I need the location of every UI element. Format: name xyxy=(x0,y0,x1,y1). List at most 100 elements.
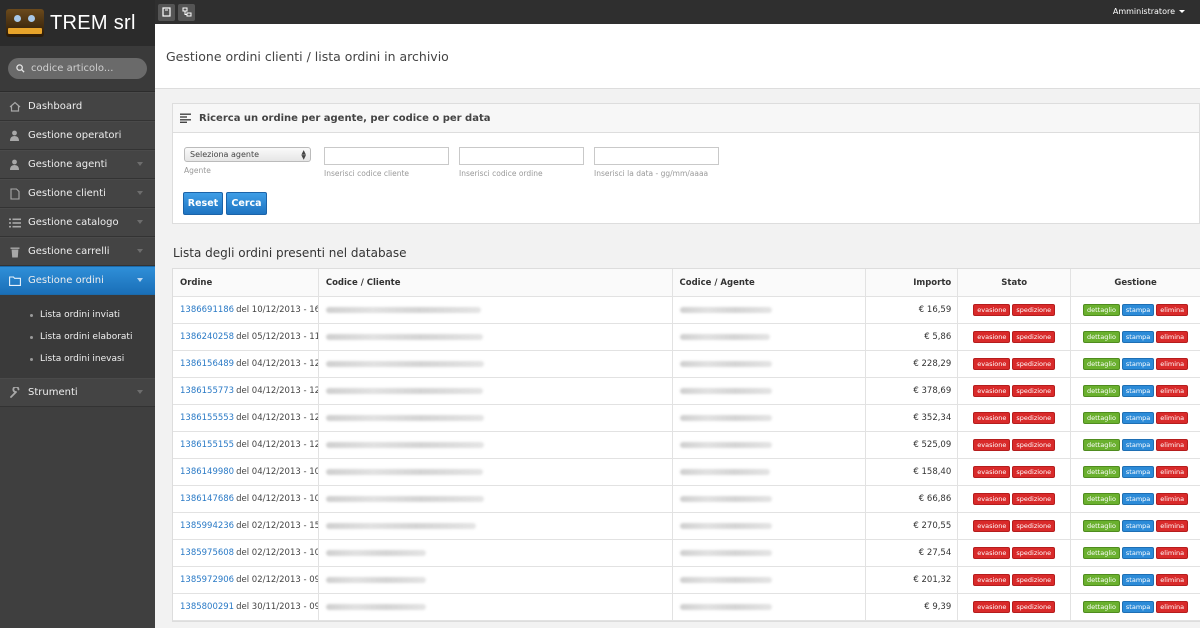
order-link[interactable]: 1386691186 xyxy=(180,305,234,315)
submenu-item-inviati[interactable]: Lista ordini inviati xyxy=(0,304,155,326)
evasione-button[interactable]: evasione xyxy=(973,439,1011,451)
search-box[interactable] xyxy=(8,58,147,79)
order-link[interactable]: 1386155155 xyxy=(180,440,234,450)
dettaglio-button[interactable]: dettaglio xyxy=(1083,520,1120,532)
header-agente[interactable]: Codice / Agente xyxy=(673,269,867,296)
stampa-button[interactable]: stampa xyxy=(1121,304,1155,316)
dettaglio-button[interactable]: dettaglio xyxy=(1083,493,1120,505)
date-input[interactable] xyxy=(594,147,719,165)
dettaglio-button[interactable]: dettaglio xyxy=(1083,304,1120,316)
submenu-item-elaborati[interactable]: Lista ordini elaborati xyxy=(0,326,155,348)
sidebar-item-carrelli[interactable]: Gestione carrelli xyxy=(0,237,155,266)
dettaglio-button[interactable]: dettaglio xyxy=(1083,439,1120,451)
reset-button[interactable]: Reset xyxy=(183,192,223,215)
evasione-button[interactable]: evasione xyxy=(973,304,1011,316)
order-link[interactable]: 1385975608 xyxy=(180,548,234,558)
agent-select[interactable]: Seleziona agente ▲ ▼ xyxy=(184,147,311,162)
search-button[interactable]: Cerca xyxy=(226,192,267,215)
elimina-button[interactable]: elimina xyxy=(1156,601,1189,613)
stampa-button[interactable]: stampa xyxy=(1121,547,1155,559)
order-link[interactable]: 1385994236 xyxy=(180,521,234,531)
spedizione-button[interactable]: spedizione xyxy=(1012,493,1056,505)
stampa-button[interactable]: stampa xyxy=(1121,466,1155,478)
spedizione-button[interactable]: spedizione xyxy=(1012,331,1056,343)
spedizione-button[interactable]: spedizione xyxy=(1012,304,1056,316)
header-gestione[interactable]: Gestione xyxy=(1071,269,1200,296)
spedizione-button[interactable]: spedizione xyxy=(1012,466,1056,478)
elimina-button[interactable]: elimina xyxy=(1156,358,1189,370)
stampa-button[interactable]: stampa xyxy=(1121,493,1155,505)
spedizione-button[interactable]: spedizione xyxy=(1012,412,1056,424)
evasione-button[interactable]: evasione xyxy=(973,601,1011,613)
dettaglio-button[interactable]: dettaglio xyxy=(1083,547,1120,559)
spedizione-button[interactable]: spedizione xyxy=(1012,601,1056,613)
brand[interactable]: TREM srl xyxy=(0,0,155,46)
elimina-button[interactable]: elimina xyxy=(1156,304,1189,316)
sidebar-item-agenti[interactable]: Gestione agenti xyxy=(0,150,155,179)
evasione-button[interactable]: evasione xyxy=(973,493,1011,505)
elimina-button[interactable]: elimina xyxy=(1156,493,1189,505)
order-code-input[interactable] xyxy=(459,147,584,165)
stampa-button[interactable]: stampa xyxy=(1121,331,1155,343)
spedizione-button[interactable]: spedizione xyxy=(1012,358,1056,370)
client-code-input[interactable] xyxy=(324,147,449,165)
sidebar-item-clienti[interactable]: Gestione clienti xyxy=(0,179,155,208)
elimina-button[interactable]: elimina xyxy=(1156,331,1189,343)
stampa-button[interactable]: stampa xyxy=(1121,574,1155,586)
spedizione-button[interactable]: spedizione xyxy=(1012,439,1056,451)
sidebar-item-dashboard[interactable]: Dashboard xyxy=(0,92,155,121)
elimina-button[interactable]: elimina xyxy=(1156,574,1189,586)
elimina-button[interactable]: elimina xyxy=(1156,385,1189,397)
sidebar-item-strumenti[interactable]: Strumenti xyxy=(0,378,155,407)
order-link[interactable]: 1386240258 xyxy=(180,332,234,342)
sidebar-item-catalogo[interactable]: Gestione catalogo xyxy=(0,208,155,237)
evasione-button[interactable]: evasione xyxy=(973,574,1011,586)
user-menu[interactable]: Amministratore xyxy=(1113,7,1185,16)
spedizione-button[interactable]: spedizione xyxy=(1012,520,1056,532)
sidebar-item-operatori[interactable]: Gestione operatori xyxy=(0,121,155,150)
submenu-item-inevasi[interactable]: Lista ordini inevasi xyxy=(0,348,155,370)
header-ordine[interactable]: Ordine xyxy=(173,269,319,296)
evasione-button[interactable]: evasione xyxy=(973,385,1011,397)
elimina-button[interactable]: elimina xyxy=(1156,466,1189,478)
dettaglio-button[interactable]: dettaglio xyxy=(1083,601,1120,613)
evasione-button[interactable]: evasione xyxy=(973,412,1011,424)
spedizione-button[interactable]: spedizione xyxy=(1012,574,1056,586)
spedizione-button[interactable]: spedizione xyxy=(1012,547,1056,559)
search-input[interactable] xyxy=(31,63,141,74)
order-link[interactable]: 1385972906 xyxy=(180,575,234,585)
order-link[interactable]: 1386156489 xyxy=(180,359,234,369)
toolbar-button-1[interactable] xyxy=(158,3,175,21)
toolbar-button-2[interactable] xyxy=(178,3,195,21)
stampa-button[interactable]: stampa xyxy=(1121,385,1155,397)
dettaglio-button[interactable]: dettaglio xyxy=(1083,385,1120,397)
order-link[interactable]: 1386147686 xyxy=(180,494,234,504)
dettaglio-button[interactable]: dettaglio xyxy=(1083,574,1120,586)
spedizione-button[interactable]: spedizione xyxy=(1012,385,1056,397)
dettaglio-button[interactable]: dettaglio xyxy=(1083,466,1120,478)
elimina-button[interactable]: elimina xyxy=(1156,520,1189,532)
order-link[interactable]: 1385800291 xyxy=(180,602,234,612)
evasione-button[interactable]: evasione xyxy=(973,331,1011,343)
elimina-button[interactable]: elimina xyxy=(1156,547,1189,559)
order-link[interactable]: 1386155773 xyxy=(180,386,234,396)
stampa-button[interactable]: stampa xyxy=(1121,601,1155,613)
elimina-button[interactable]: elimina xyxy=(1156,439,1189,451)
evasione-button[interactable]: evasione xyxy=(973,466,1011,478)
evasione-button[interactable]: evasione xyxy=(973,520,1011,532)
sidebar-item-ordini[interactable]: Gestione ordini xyxy=(0,266,155,295)
dettaglio-button[interactable]: dettaglio xyxy=(1083,331,1120,343)
header-importo[interactable]: Importo xyxy=(866,269,959,296)
evasione-button[interactable]: evasione xyxy=(973,358,1011,370)
elimina-button[interactable]: elimina xyxy=(1156,412,1189,424)
stampa-button[interactable]: stampa xyxy=(1121,412,1155,424)
header-cliente[interactable]: Codice / Cliente xyxy=(319,269,673,296)
order-link[interactable]: 1386155553 xyxy=(180,413,234,423)
stampa-button[interactable]: stampa xyxy=(1121,520,1155,532)
stampa-button[interactable]: stampa xyxy=(1121,439,1155,451)
header-stato[interactable]: Stato xyxy=(958,269,1072,296)
order-link[interactable]: 1386149980 xyxy=(180,467,234,477)
dettaglio-button[interactable]: dettaglio xyxy=(1083,412,1120,424)
evasione-button[interactable]: evasione xyxy=(973,547,1011,559)
dettaglio-button[interactable]: dettaglio xyxy=(1083,358,1120,370)
